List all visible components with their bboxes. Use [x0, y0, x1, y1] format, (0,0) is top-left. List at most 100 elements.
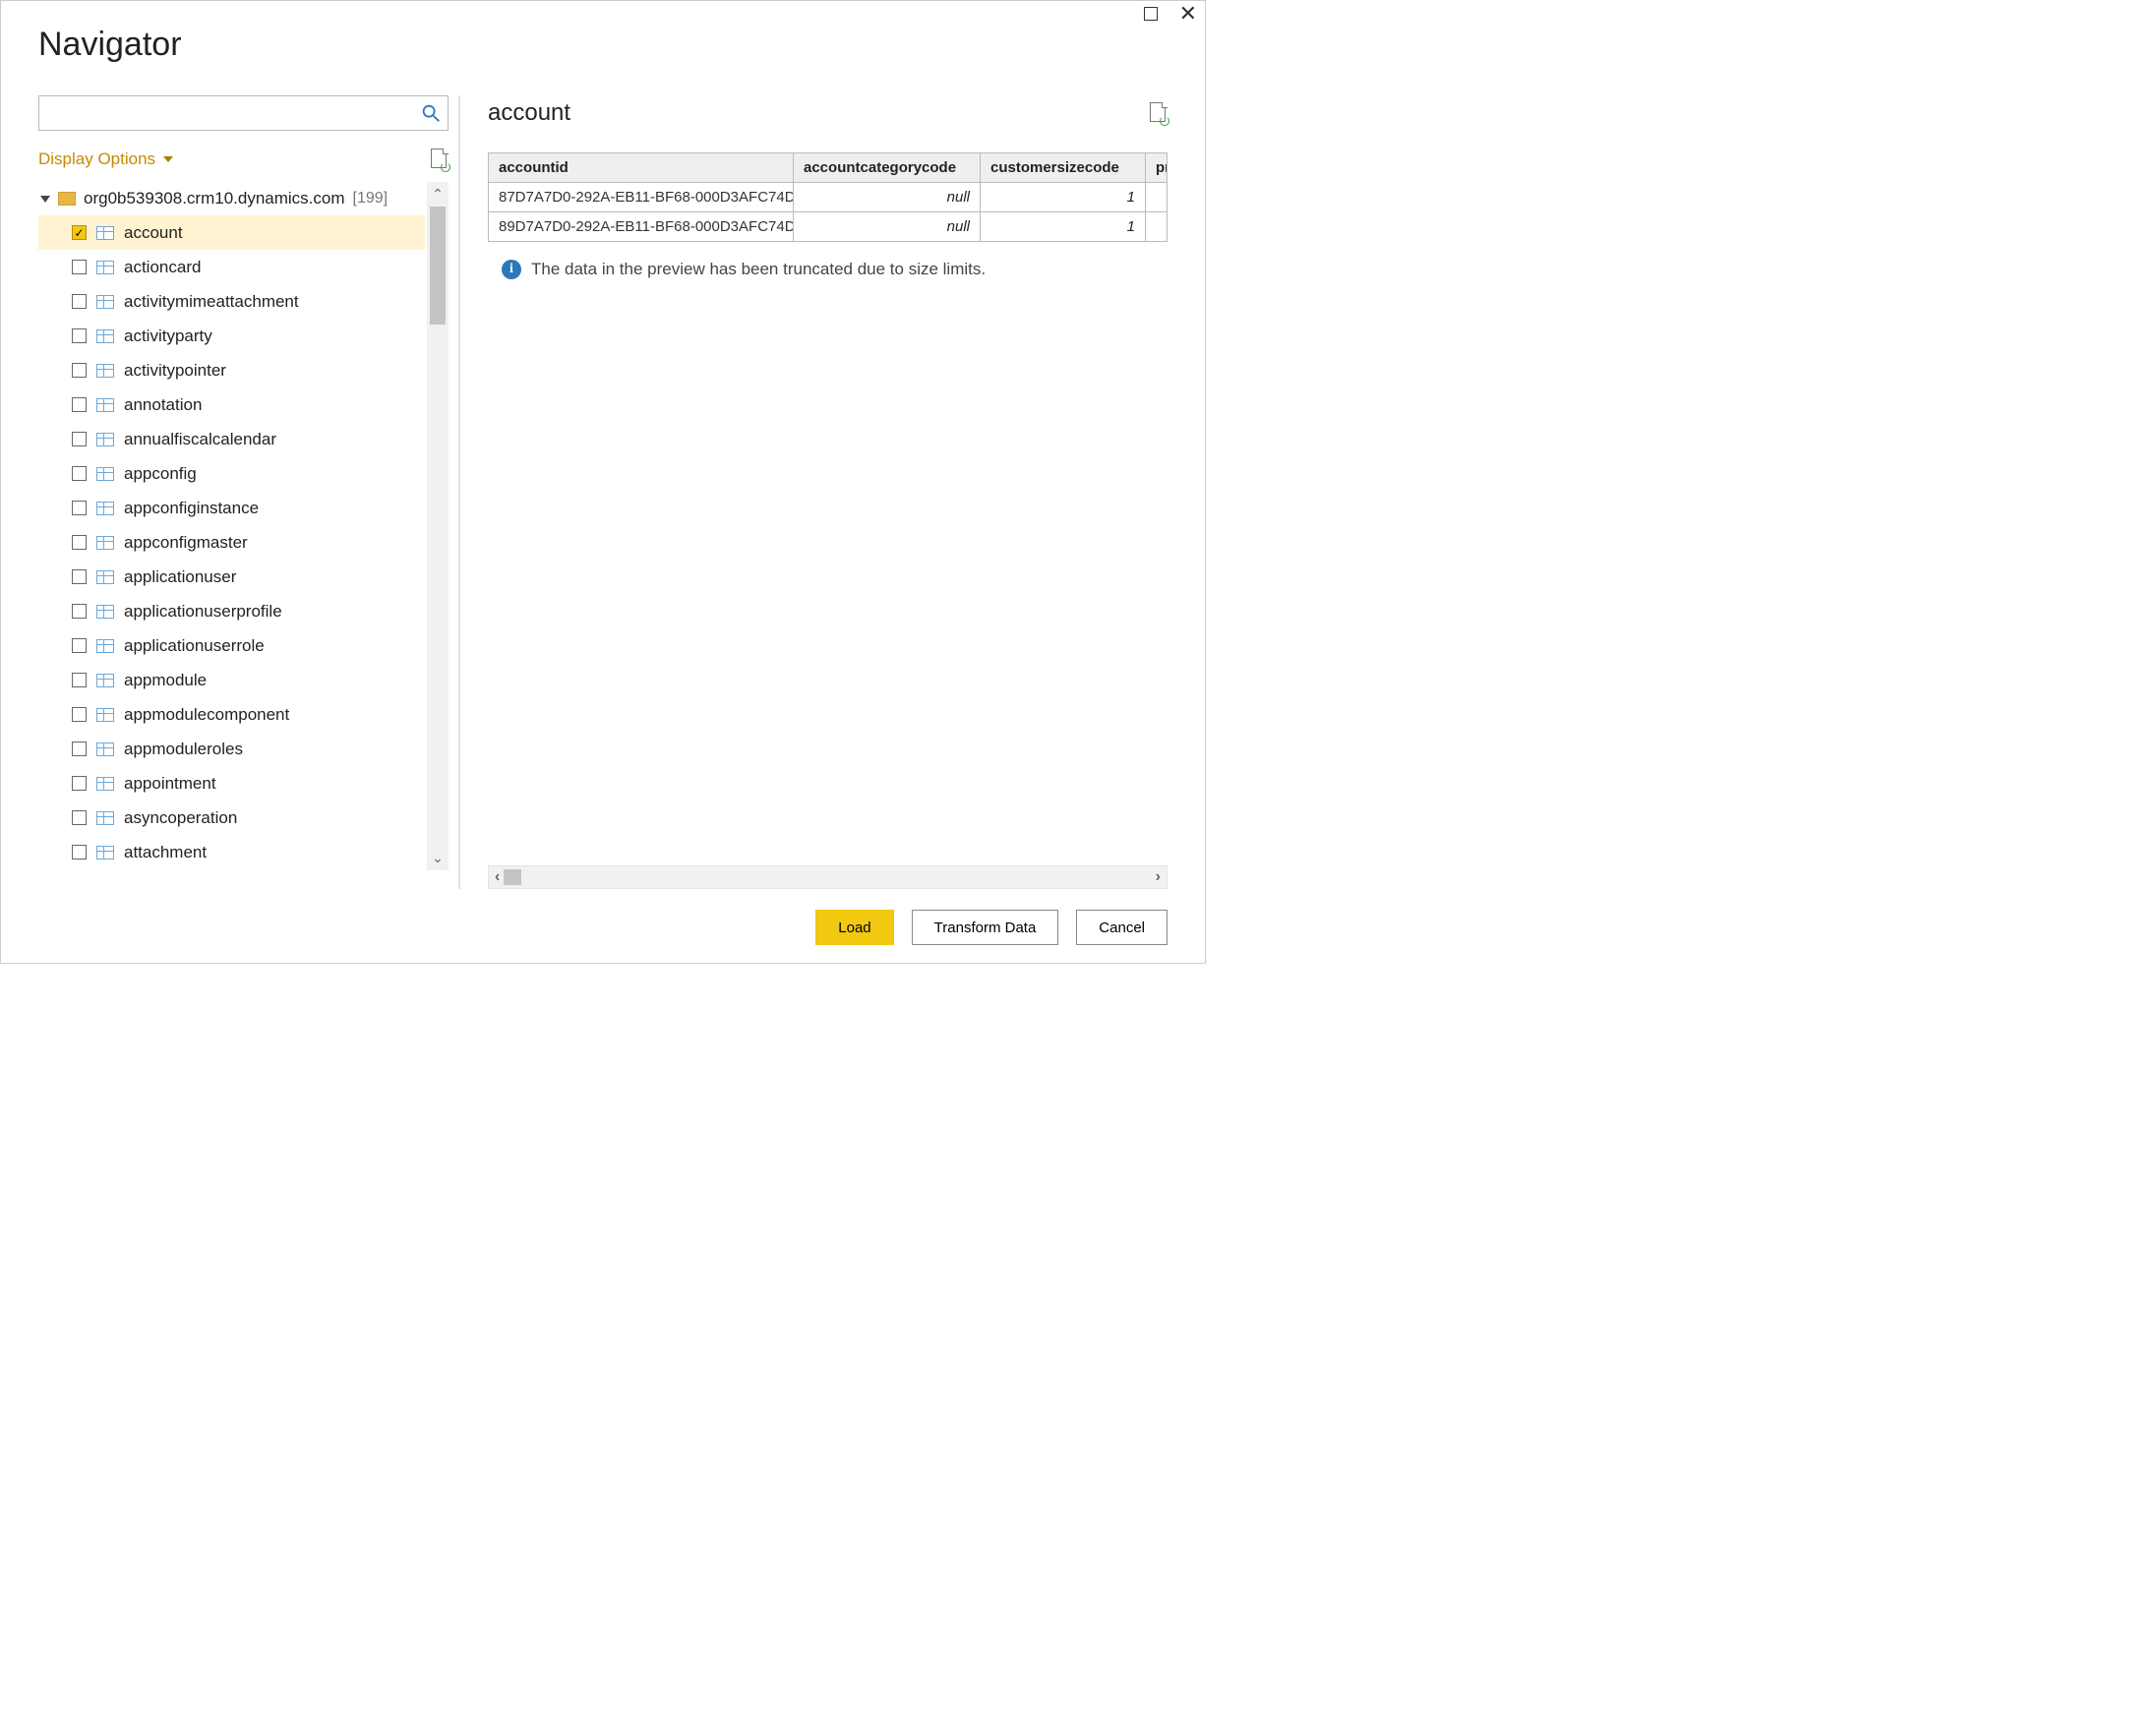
tree-table-item[interactable]: asyncoperation	[38, 801, 425, 835]
column-header[interactable]: accountid	[489, 153, 794, 183]
column-header[interactable]: accountcategorycode	[794, 153, 981, 183]
checkbox[interactable]	[72, 432, 87, 446]
tree-table-item[interactable]: appconfiginstance	[38, 491, 425, 525]
checkbox[interactable]	[72, 363, 87, 378]
checkbox[interactable]	[72, 397, 87, 412]
folder-icon	[58, 192, 76, 206]
tree-table-item[interactable]: annotation	[38, 387, 425, 422]
table-label: actioncard	[124, 258, 201, 277]
checkbox[interactable]	[72, 845, 87, 860]
table-label: appmoduleroles	[124, 740, 243, 759]
tree-table-item[interactable]: applicationuser	[38, 560, 425, 594]
table-icon	[96, 329, 114, 343]
table-row[interactable]: 89D7A7D0-292A-EB11-BF68-000D3AFC74D7 nul…	[489, 212, 1168, 242]
search-input[interactable]	[39, 96, 414, 130]
checkbox[interactable]	[72, 328, 87, 343]
preview-horizontal-scrollbar[interactable]: ‹ ›	[488, 865, 1168, 889]
table-label: appmodulecomponent	[124, 705, 289, 725]
table-icon	[96, 846, 114, 860]
scroll-thumb[interactable]	[430, 207, 446, 325]
tree-table-item[interactable]: applicationuserprofile	[38, 594, 425, 628]
table-label: activitymimeattachment	[124, 292, 299, 312]
table-icon	[96, 605, 114, 619]
checkbox[interactable]	[72, 776, 87, 791]
tree-table-item[interactable]: applicationuserrole	[38, 628, 425, 663]
tree-scrollbar[interactable]: ⌃ ⌄	[427, 182, 449, 870]
new-source-icon[interactable]	[431, 148, 449, 170]
checkbox[interactable]	[72, 501, 87, 515]
info-icon: i	[502, 260, 521, 279]
load-button[interactable]: Load	[815, 910, 893, 945]
dialog-footer: Load Transform Data Cancel	[815, 910, 1168, 945]
checkbox[interactable]	[72, 742, 87, 756]
column-header[interactable]: pr	[1146, 153, 1168, 183]
checkbox[interactable]	[72, 810, 87, 825]
tree-table-item[interactable]: attachment	[38, 835, 425, 869]
tree-table-item[interactable]: annualfiscalcalendar	[38, 422, 425, 456]
display-options-dropdown[interactable]: Display Options	[38, 149, 173, 169]
table-icon	[96, 674, 114, 687]
collapse-icon	[40, 196, 50, 203]
cancel-button[interactable]: Cancel	[1076, 910, 1168, 945]
refresh-preview-icon[interactable]	[1150, 102, 1168, 124]
table-label: annotation	[124, 395, 202, 415]
checkbox[interactable]	[72, 535, 87, 550]
maximize-button[interactable]	[1144, 7, 1158, 21]
table-icon	[96, 226, 114, 240]
tree-root-node[interactable]: org0b539308.crm10.dynamics.com [199]	[38, 182, 425, 215]
table-row[interactable]: 87D7A7D0-292A-EB11-BF68-000D3AFC74D7 nul…	[489, 183, 1168, 212]
table-label: applicationuser	[124, 567, 236, 587]
search-icon[interactable]	[420, 102, 442, 124]
table-icon	[96, 364, 114, 378]
scroll-right-icon[interactable]: ›	[1156, 868, 1161, 886]
checkbox[interactable]	[72, 569, 87, 584]
table-label: activityparty	[124, 326, 212, 346]
table-icon	[96, 742, 114, 756]
tree-table-item[interactable]: activitypointer	[38, 353, 425, 387]
tree-table-item[interactable]: appconfig	[38, 456, 425, 491]
table-icon	[96, 433, 114, 446]
preview-title: account	[488, 99, 570, 127]
scroll-down-icon[interactable]: ⌄	[432, 850, 444, 866]
table-label: asyncoperation	[124, 808, 237, 828]
table-icon	[96, 639, 114, 653]
tree-table-item[interactable]: appmodulecomponent	[38, 697, 425, 732]
checkbox[interactable]	[72, 604, 87, 619]
tree-root-count: [199]	[353, 190, 389, 208]
transform-data-button[interactable]: Transform Data	[912, 910, 1059, 945]
tree-table-item[interactable]: appointment	[38, 766, 425, 801]
navigator-left-pane: Display Options org0b539308.crm10.dynami…	[38, 95, 449, 889]
cell	[1146, 212, 1168, 242]
table-label: annualfiscalcalendar	[124, 430, 276, 449]
scroll-left-icon[interactable]: ‹	[495, 868, 500, 886]
tree-table-item[interactable]: activityparty	[38, 319, 425, 353]
preview-table: accountid accountcategorycode customersi…	[488, 152, 1168, 242]
table-label: appmodule	[124, 671, 207, 690]
dialog-title: Navigator	[38, 26, 182, 64]
checkbox[interactable]	[72, 225, 87, 240]
table-icon	[96, 708, 114, 722]
checkbox[interactable]	[72, 638, 87, 653]
scroll-up-icon[interactable]: ⌃	[432, 186, 444, 203]
checkbox[interactable]	[72, 673, 87, 687]
cell: 1	[981, 183, 1146, 212]
tree-table-item[interactable]: appmodule	[38, 663, 425, 697]
checkbox[interactable]	[72, 294, 87, 309]
tree-table-item[interactable]: appconfigmaster	[38, 525, 425, 560]
checkbox[interactable]	[72, 466, 87, 481]
table-icon	[96, 536, 114, 550]
checkbox[interactable]	[72, 260, 87, 274]
tree-table-item[interactable]: activitymimeattachment	[38, 284, 425, 319]
tree-table-item[interactable]: actioncard	[38, 250, 425, 284]
table-label: activitypointer	[124, 361, 226, 381]
table-icon	[96, 295, 114, 309]
table-icon	[96, 570, 114, 584]
close-button[interactable]: ✕	[1179, 7, 1197, 21]
hscroll-thumb[interactable]	[504, 869, 521, 885]
search-field[interactable]	[38, 95, 449, 131]
checkbox[interactable]	[72, 707, 87, 722]
tree-table-item[interactable]: account	[38, 215, 425, 250]
column-header[interactable]: customersizecode	[981, 153, 1146, 183]
tree-table-item[interactable]: appmoduleroles	[38, 732, 425, 766]
table-icon	[96, 777, 114, 791]
